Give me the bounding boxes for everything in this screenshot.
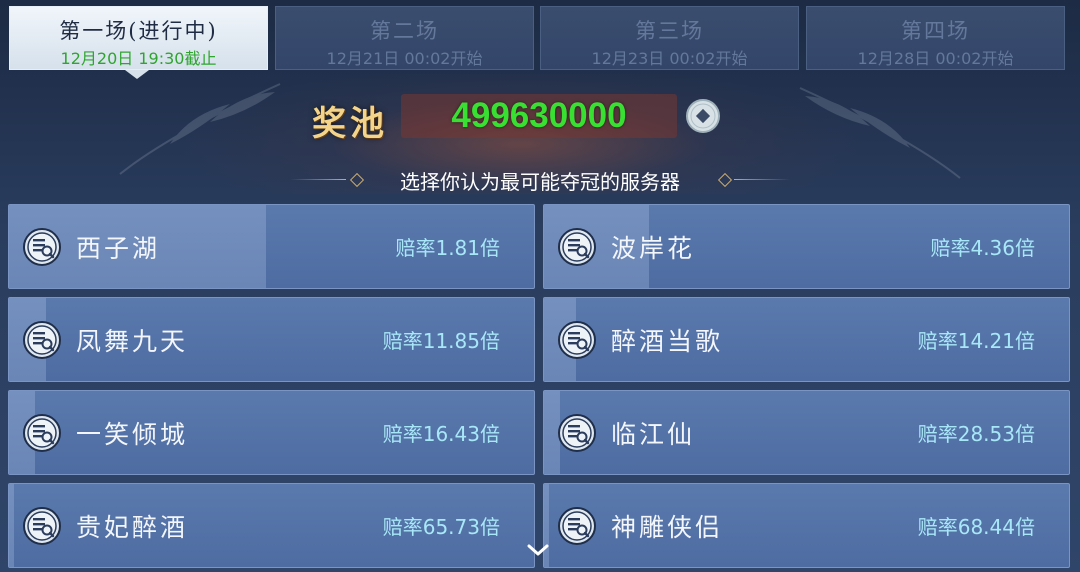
tab-title: 第一场(进行中)	[59, 19, 218, 43]
server-card-yixiaoqingcheng[interactable]: 一笑倾城 赔率16.43倍	[8, 390, 535, 475]
tab-round-2[interactable]: 第二场 12月21日 00:02开始	[275, 6, 534, 70]
diamond-ornament-right	[717, 172, 733, 188]
coin-icon	[686, 99, 720, 133]
server-emblem-icon	[557, 320, 597, 360]
server-name: 波岸花	[611, 234, 696, 263]
server-odds: 赔率68.44倍	[917, 515, 1035, 539]
chevron-down-icon[interactable]	[527, 543, 549, 557]
tab-title: 第四场	[901, 19, 970, 43]
server-odds: 赔率4.36倍	[930, 236, 1035, 260]
server-name: 贵妃醉酒	[76, 513, 189, 542]
server-emblem-icon	[22, 413, 62, 453]
server-emblem-icon	[557, 506, 597, 546]
divider-line-right	[734, 179, 790, 180]
hint-row: 选择你认为最可能夺冠的服务器	[290, 165, 790, 194]
server-odds: 赔率28.53倍	[917, 422, 1035, 446]
server-name: 临江仙	[611, 420, 696, 449]
tab-title: 第三场	[635, 19, 704, 43]
diamond-ornament-left	[349, 172, 365, 188]
server-emblem-icon	[22, 320, 62, 360]
server-odds: 赔率11.85倍	[382, 329, 500, 353]
server-odds: 赔率14.21倍	[917, 329, 1035, 353]
hint-text: 选择你认为最可能夺冠的服务器	[400, 170, 680, 194]
prize-pool-amount: 499630000	[401, 94, 677, 138]
server-card-bianhua[interactable]: 波岸花 赔率4.36倍	[543, 204, 1070, 289]
bamboo-decoration-right	[799, 87, 961, 179]
server-name: 神雕侠侣	[611, 513, 724, 542]
server-card-linjiangxian[interactable]: 临江仙 赔率28.53倍	[543, 390, 1070, 475]
server-card-xizihu[interactable]: 西子湖 赔率1.81倍	[8, 204, 535, 289]
server-name: 西子湖	[76, 234, 161, 263]
bamboo-decoration-left	[119, 83, 281, 175]
divider-line-left	[290, 179, 346, 180]
server-odds: 赔率1.81倍	[395, 236, 500, 260]
server-card-fengwujiutian[interactable]: 凤舞九天 赔率11.85倍	[8, 297, 535, 382]
tab-round-4[interactable]: 第四场 12月28日 00:02开始	[806, 6, 1065, 70]
server-odds: 赔率16.43倍	[382, 422, 500, 446]
server-name: 醉酒当歌	[611, 327, 724, 356]
server-emblem-icon	[22, 506, 62, 546]
tab-subtitle: 12月28日 00:02开始	[857, 49, 1014, 68]
server-card-zuijiudangge[interactable]: 醉酒当歌 赔率14.21倍	[543, 297, 1070, 382]
prize-pool-label: 奖池	[312, 104, 388, 144]
server-emblem-icon	[22, 227, 62, 267]
vote-share-bar	[9, 484, 15, 567]
server-name: 凤舞九天	[76, 327, 189, 356]
tab-round-3[interactable]: 第三场 12月23日 00:02开始	[540, 6, 799, 70]
server-name: 一笑倾城	[76, 420, 189, 449]
tab-subtitle: 12月23日 00:02开始	[591, 49, 748, 68]
tab-subtitle: 12月20日 19:30截止	[60, 49, 217, 68]
server-card-shendiaoxialv[interactable]: 神雕侠侣 赔率68.44倍	[543, 483, 1070, 568]
tab-title: 第二场	[370, 19, 439, 43]
server-emblem-icon	[557, 227, 597, 267]
tab-subtitle: 12月21日 00:02开始	[326, 49, 483, 68]
tab-round-1[interactable]: 第一场(进行中) 12月20日 19:30截止	[9, 6, 268, 70]
server-card-guifeizuijiu[interactable]: 贵妃醉酒 赔率65.73倍	[8, 483, 535, 568]
server-odds: 赔率65.73倍	[382, 515, 500, 539]
server-emblem-icon	[557, 413, 597, 453]
